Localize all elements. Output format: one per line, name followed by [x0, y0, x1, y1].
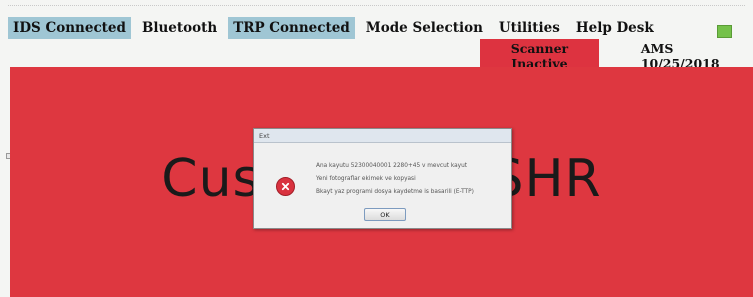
menu-trp-connected[interactable]: TRP Connected [228, 17, 355, 39]
menu-ids-connected[interactable]: IDS Connected [8, 17, 131, 39]
error-icon [276, 177, 295, 196]
menu-bar: IDS Connected Bluetooth TRP Connected Mo… [8, 14, 753, 42]
menu-help-desk[interactable]: Help Desk [571, 17, 659, 39]
menu-utilities[interactable]: Utilities [494, 17, 565, 39]
top-divider [8, 5, 745, 6]
connection-status-led-icon [717, 25, 732, 38]
error-dialog: Ext Ana kayutu 52300040001 2280+45 v mev… [253, 128, 512, 229]
dialog-title: Ext [259, 131, 270, 140]
dialog-titlebar[interactable]: Ext [254, 129, 511, 143]
menu-bluetooth[interactable]: Bluetooth [137, 17, 222, 39]
dialog-message-line-1: Ana kayutu 52300040001 2280+45 v mevcut … [316, 163, 468, 169]
ok-button[interactable]: OK [364, 208, 406, 221]
dialog-message-line-2: Yeni fotograflar ekimek ve kopyasi [316, 176, 416, 182]
dialog-body: Ana kayutu 52300040001 2280+45 v mevcut … [254, 143, 511, 229]
menu-mode-selection[interactable]: Mode Selection [361, 17, 488, 39]
dialog-message-line-3: Bkayt yaz programi dosya kaydetme is bas… [316, 189, 474, 195]
status-line: Scanner Inactive AMS 10/25/2018 [480, 39, 753, 73]
